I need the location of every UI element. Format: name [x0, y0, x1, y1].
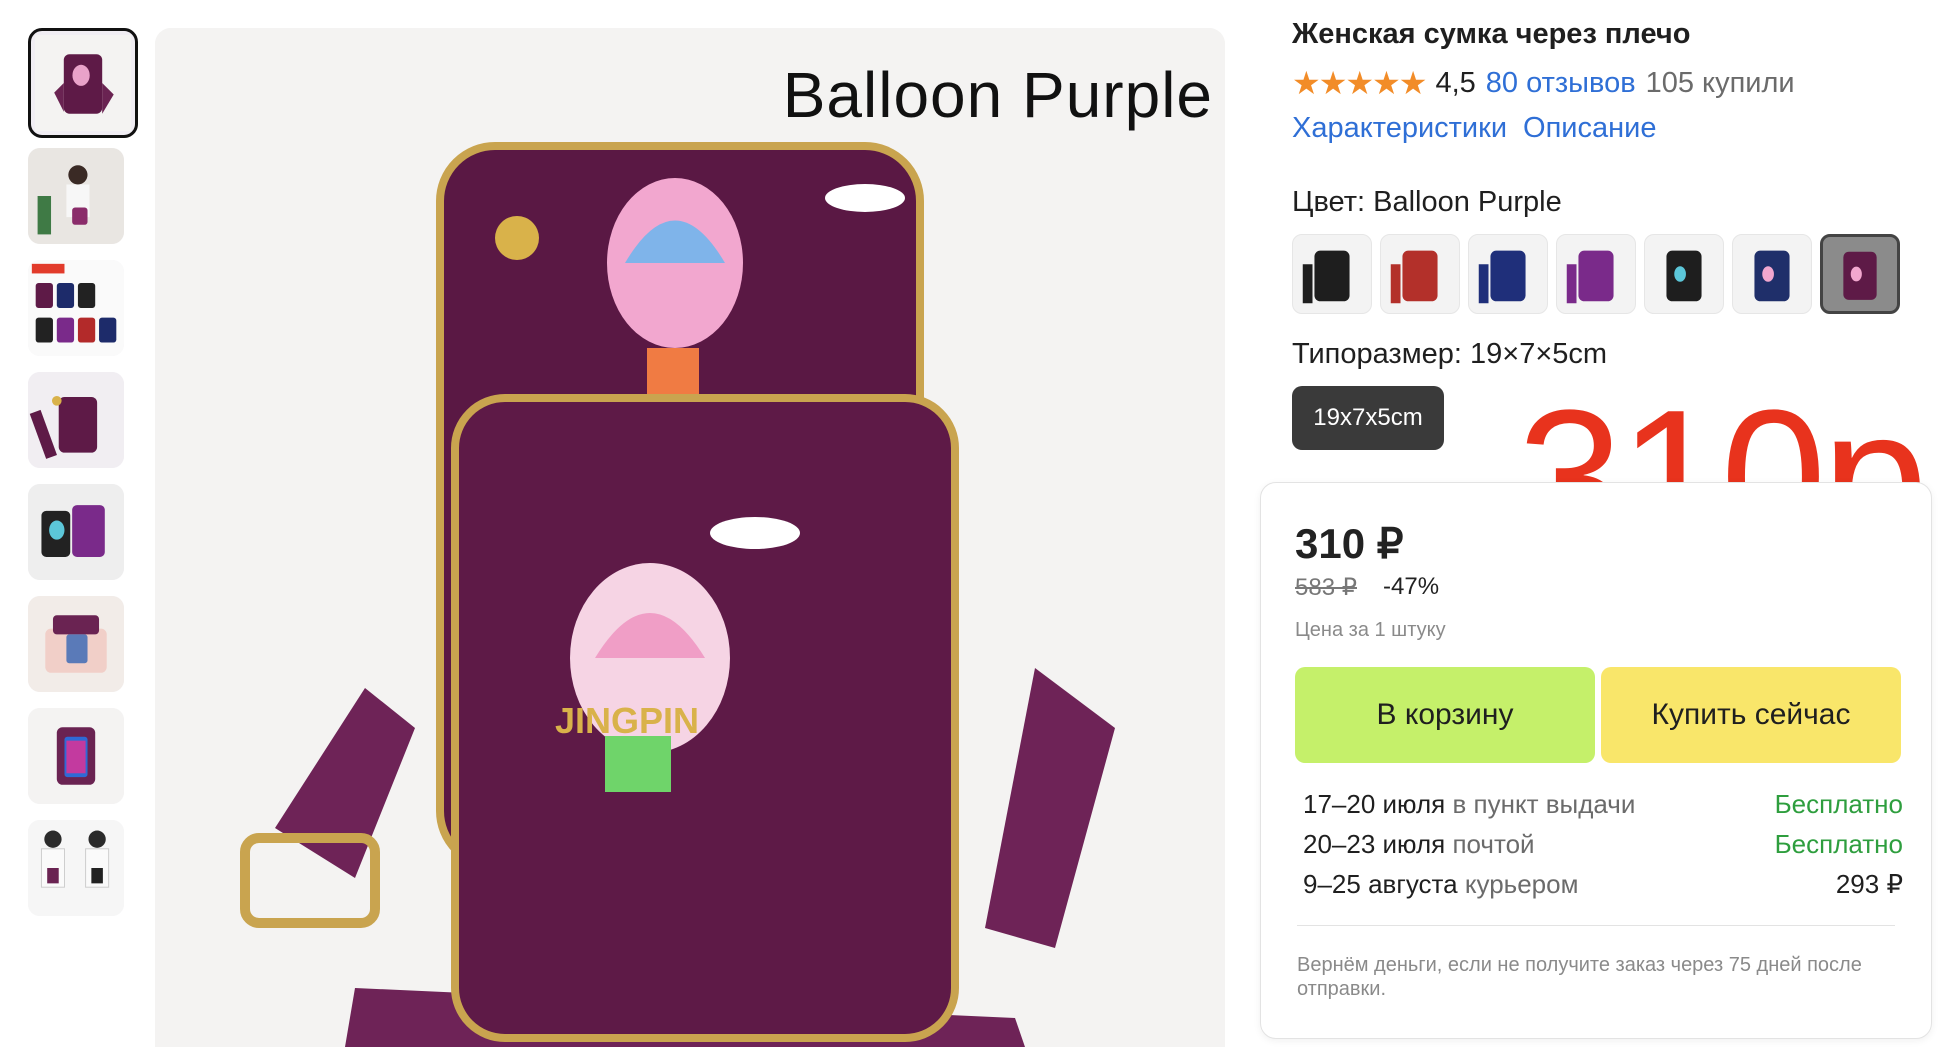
- tab-description[interactable]: Описание: [1523, 112, 1656, 145]
- svg-text:JINGPIN: JINGPIN: [555, 700, 699, 741]
- delivery-option: 9–25 августа курьером: [1303, 869, 1578, 900]
- delivery-method: почтой: [1452, 829, 1535, 859]
- delivery-dates: 17–20 июля: [1303, 789, 1446, 819]
- size-label: Типоразмер: 19×7×5cm: [1292, 338, 1608, 370]
- product-title: Женская сумка через плечо: [1292, 18, 1691, 50]
- color-swatches: [1292, 234, 1900, 314]
- delivery-row: 9–25 августа курьером 293 ₽: [1303, 869, 1903, 900]
- refund-note: Вернём деньги, если не получите заказ че…: [1297, 954, 1862, 1000]
- delivery-option: 17–20 июля в пункт выдачи: [1303, 789, 1635, 820]
- thumbnail-7[interactable]: [28, 708, 124, 804]
- swatch-balloon-blue[interactable]: [1732, 234, 1812, 314]
- thumbnail-6[interactable]: [28, 596, 124, 692]
- buy-box: 310 ₽ 583 ₽ -47% Цена за 1 штуку В корзи…: [1260, 482, 1932, 1039]
- product-main-image[interactable]: JINGPIN Balloon Purple: [155, 28, 1225, 1047]
- size-option-19x7x5[interactable]: 19x7x5cm: [1292, 386, 1444, 450]
- unit-price-note: Цена за 1 штуку: [1295, 619, 1446, 641]
- delivery-option: 20–23 июля почтой: [1303, 829, 1535, 860]
- delivery-method: курьером: [1464, 869, 1579, 899]
- reviews-link[interactable]: 80 отзывов: [1486, 67, 1636, 100]
- delivery-cost: Бесплатно: [1774, 829, 1903, 859]
- swatch-blue[interactable]: [1468, 234, 1548, 314]
- thumbnail-1[interactable]: [28, 28, 138, 138]
- swatch-red[interactable]: [1380, 234, 1460, 314]
- thumbnail-4[interactable]: [28, 372, 124, 468]
- delivery-dates: 9–25 августа: [1303, 869, 1458, 899]
- thumbnail-8[interactable]: [28, 820, 124, 916]
- discount-badge: -47%: [1383, 573, 1440, 600]
- tab-characteristics[interactable]: Характеристики: [1292, 112, 1507, 145]
- product-tabs: Характеристики Описание: [1292, 112, 1656, 145]
- delivery-row: 20–23 июля почтой Бесплатно: [1303, 829, 1903, 860]
- color-label: Цвет: Balloon Purple: [1292, 186, 1562, 218]
- swatch-black-balloon[interactable]: [1644, 234, 1724, 314]
- add-to-cart-button[interactable]: В корзину: [1295, 667, 1595, 763]
- star-rating-icon: ★★★★★: [1292, 65, 1427, 101]
- divider: [1297, 925, 1895, 926]
- old-price: 583 ₽: [1295, 574, 1357, 601]
- swatch-purple[interactable]: [1556, 234, 1636, 314]
- thumbnail-2[interactable]: [28, 148, 124, 244]
- bought-count: 105 купили: [1645, 66, 1795, 99]
- delivery-cost: Бесплатно: [1774, 789, 1903, 819]
- buy-now-button[interactable]: Купить сейчас: [1601, 667, 1901, 763]
- thumbnail-5[interactable]: [28, 484, 124, 580]
- rating-value: 4,5: [1435, 66, 1476, 99]
- delivery-method: в пункт выдачи: [1452, 789, 1636, 819]
- swatch-balloon-purple[interactable]: [1820, 234, 1900, 314]
- swatch-black[interactable]: [1292, 234, 1372, 314]
- thumbnail-3[interactable]: [28, 260, 124, 356]
- current-price: 310 ₽: [1295, 520, 1404, 567]
- delivery-cost: 293 ₽: [1835, 869, 1903, 899]
- image-caption: Balloon Purple: [782, 59, 1213, 131]
- delivery-dates: 20–23 июля: [1303, 829, 1446, 859]
- delivery-row: 17–20 июля в пункт выдачи Бесплатно: [1303, 789, 1903, 820]
- rating-row: ★★★★★ 4,5 80 отзывов 105 купили: [1292, 64, 1795, 102]
